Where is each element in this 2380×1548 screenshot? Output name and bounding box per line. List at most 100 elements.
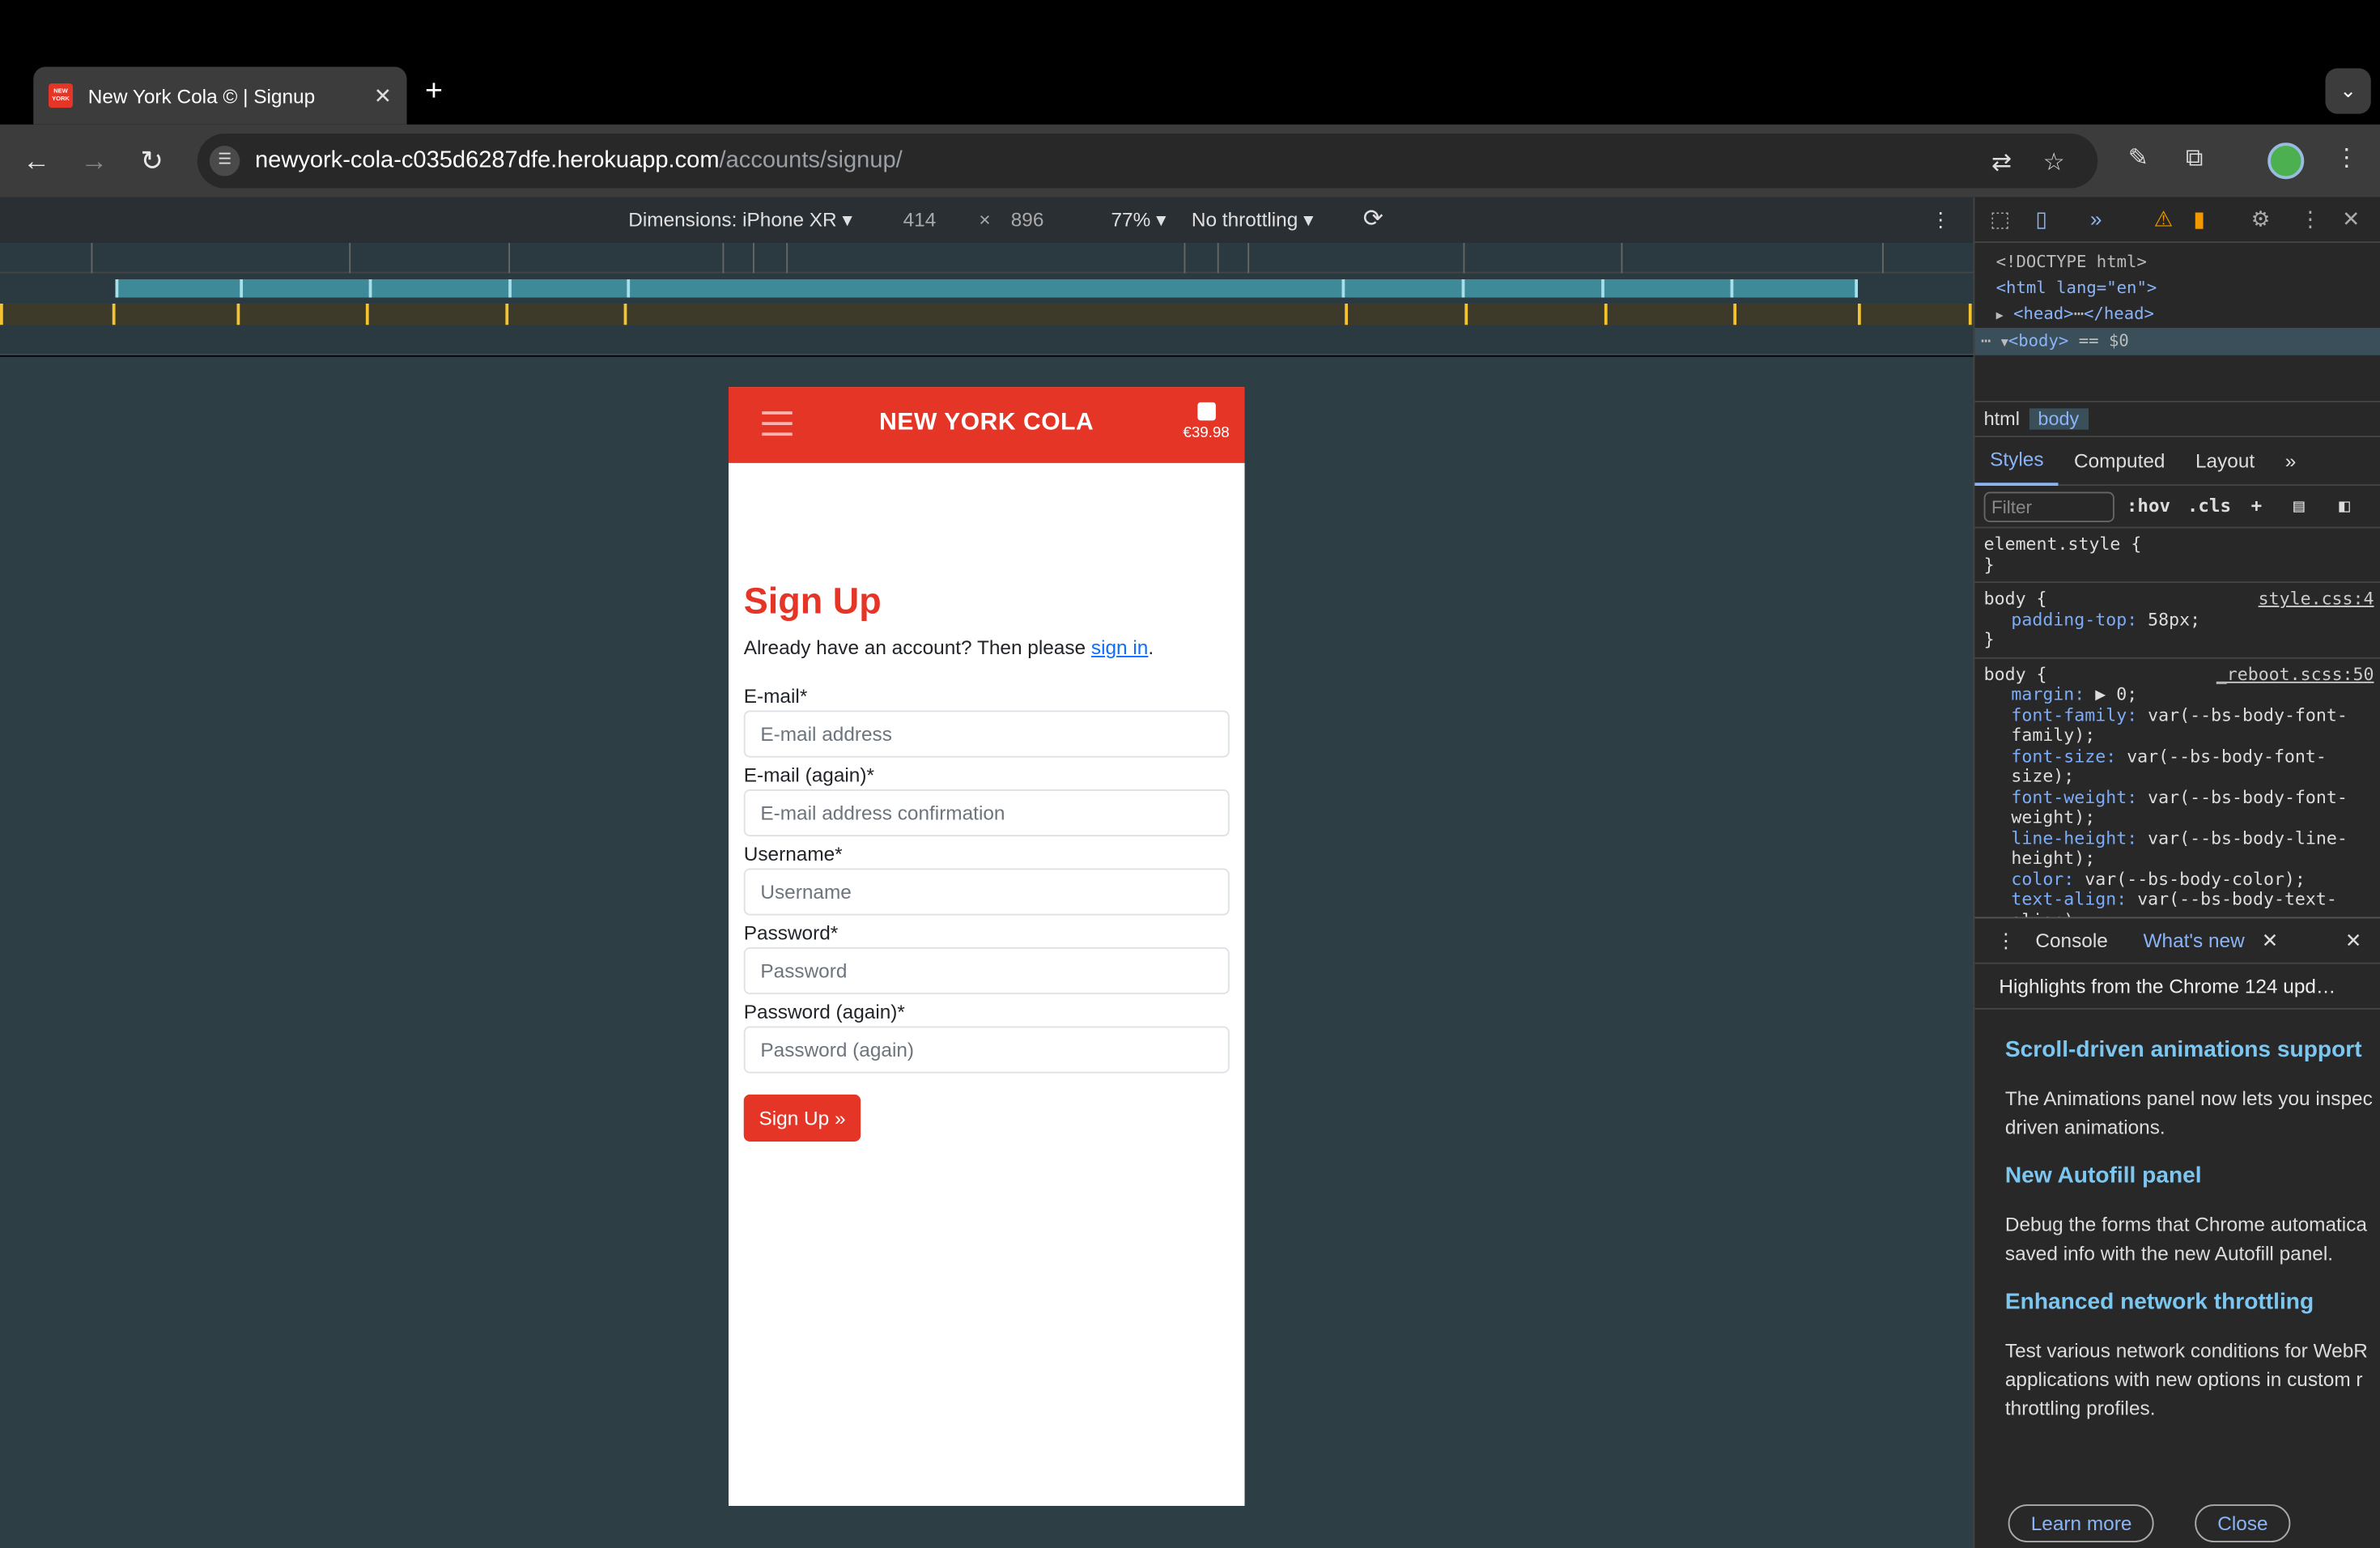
drawer-menu-icon[interactable]: ⋮ — [1996, 929, 2016, 954]
signin-prompt: Already have an account? Then please sig… — [743, 636, 1154, 659]
username-field[interactable] — [743, 868, 1230, 916]
email-again-field[interactable] — [743, 789, 1230, 837]
site-favicon-icon: NEW YORK — [49, 83, 73, 108]
more-panels-icon[interactable]: » — [2090, 206, 2102, 231]
media-query-ruler — [0, 243, 1974, 355]
whats-new-actions: Learn more Close — [2008, 1504, 2324, 1542]
signup-content: Sign Up Already have an account? Then pl… — [729, 463, 1245, 1142]
more-tabs-icon[interactable]: » — [2270, 438, 2311, 483]
whats-new-subtitle: Highlights from the Chrome 124 upd… — [1974, 964, 2380, 1010]
cart-button[interactable]: €39.98 — [1183, 402, 1230, 442]
learn-more-button[interactable]: Learn more — [2008, 1504, 2155, 1542]
devtools-drawer: ⋮ Console What's new ✕ ✕ Highlights from… — [1974, 916, 2380, 1548]
tab-whats-new[interactable]: What's new — [2144, 929, 2245, 952]
devtools-menu-icon[interactable]: ⋮ — [2300, 206, 2321, 232]
new-rule-icon[interactable]: + — [2251, 495, 2263, 516]
styles-filter-row: Filter :hov .cls + ▤ ◧ — [1974, 486, 2380, 529]
translate-icon[interactable]: ⇄ — [1991, 147, 2012, 178]
source-link[interactable]: _reboot.scss:50 — [2216, 663, 2374, 684]
body-rule-style-css[interactable]: style.css:4 body { padding-top: 58px; } — [1974, 583, 2380, 658]
dom-body[interactable]: ⋯ ▼<body> == $0 — [1974, 328, 2380, 355]
tab-styles[interactable]: Styles — [1974, 436, 2059, 486]
site-brand[interactable]: NEW YORK COLA — [729, 410, 1245, 437]
feature-text: Test various network conditions for WebR… — [2004, 1338, 2368, 1420]
media-query-bar-max[interactable] — [115, 279, 1858, 298]
email-field[interactable] — [743, 710, 1230, 758]
close-tab-icon[interactable]: ✕ — [374, 83, 392, 108]
source-link[interactable]: style.css:4 — [2259, 589, 2374, 610]
password-again-field[interactable] — [743, 1026, 1230, 1074]
password-again-label: Password (again)* — [743, 1000, 905, 1023]
browser-toolbar: ← → ↻ ☰ newyork-cola-c035d6287dfe.heroku… — [0, 124, 2380, 198]
devtools-panel: ⬚ ▯ » ⚠ ▮ ⚙ ⋮ ✕ <!DOCTYPE html> <html la… — [1973, 197, 2380, 1548]
media-query-bar-min[interactable] — [0, 304, 1974, 325]
styles-filter-input[interactable]: Filter — [1983, 491, 2114, 522]
device-toolbar: Dimensions: iPhone XR ▾ 414 × 896 77% ▾ … — [0, 197, 1974, 243]
email-label: E-mail* — [743, 684, 808, 708]
crumb-body[interactable]: body — [2029, 408, 2089, 430]
signup-submit-button[interactable]: Sign Up » — [743, 1094, 861, 1142]
email-again-label: E-mail (again)* — [743, 763, 874, 787]
warning-icon[interactable]: ⚠ — [2154, 206, 2174, 232]
back-icon[interactable]: ← — [19, 142, 55, 179]
zoom-select[interactable]: 77% ▾ — [1111, 208, 1167, 232]
device-select[interactable]: Dimensions: iPhone XR ▾ — [628, 208, 852, 232]
feature-text: The Animations panel now lets you inspec… — [2004, 1087, 2373, 1139]
device-height[interactable]: 896 — [1011, 208, 1044, 231]
tab-search-icon[interactable]: ⌄ — [2325, 68, 2371, 114]
close-devtools-icon[interactable]: ✕ — [2342, 206, 2360, 232]
url-path: /accounts/signup/ — [719, 147, 903, 173]
tab-strip: NEW YORK New York Cola © | Signup ✕ + ⌄ — [0, 0, 2380, 125]
site-info-icon[interactable]: ☰ — [209, 146, 240, 176]
extension-pen-icon[interactable]: ✎ — [2128, 142, 2148, 176]
hov-toggle[interactable]: :hov — [2127, 495, 2170, 516]
reload-icon[interactable]: ↻ — [134, 142, 170, 179]
dom-doctype[interactable]: <!DOCTYPE html> — [1996, 249, 2380, 275]
username-label: Username* — [743, 842, 843, 865]
inspect-element-icon[interactable]: ⬚ — [1990, 206, 2010, 232]
tab-title: New York Cola © | Signup — [87, 84, 316, 108]
dimension-times: × — [979, 207, 991, 231]
settings-gear-icon[interactable]: ⚙ — [2251, 206, 2271, 232]
device-toggle-icon[interactable]: ▯ — [2035, 206, 2046, 232]
signin-link[interactable]: sign in — [1091, 636, 1148, 659]
styles-pane: element.style { } style.css:4 body { pad… — [1974, 529, 2380, 958]
browser-menu-icon[interactable]: ⋮ — [2335, 142, 2359, 176]
breadcrumb: html body — [1974, 401, 2380, 437]
tab-computed[interactable]: Computed — [2059, 438, 2180, 483]
sidebar-toggle-icon[interactable]: ◧ — [2339, 495, 2350, 516]
tab-console[interactable]: Console — [2035, 929, 2107, 952]
device-more-icon[interactable]: ⋮ — [1931, 208, 1950, 232]
paint-icon[interactable]: ▤ — [2293, 495, 2305, 516]
bookmark-star-icon[interactable]: ☆ — [2043, 147, 2065, 178]
feature-heading[interactable]: Scroll-driven animations support — [2005, 1037, 2380, 1063]
rotate-icon[interactable]: ⟳ — [1363, 203, 1383, 234]
extensions-puzzle-icon[interactable]: ⧉ — [2186, 142, 2203, 176]
address-bar[interactable]: ☰ newyork-cola-c035d6287dfe.herokuapp.co… — [197, 134, 2098, 189]
shopping-bag-icon — [1196, 402, 1216, 421]
feature-heading[interactable]: Enhanced network throttling — [2005, 1289, 2380, 1315]
close-drawer-icon[interactable]: ✕ — [2345, 929, 2361, 954]
new-tab-icon[interactable]: + — [425, 73, 443, 109]
forward-icon[interactable]: → — [76, 142, 113, 179]
profile-avatar[interactable] — [2267, 142, 2305, 180]
dom-html[interactable]: <html lang="en"> — [1996, 274, 2380, 300]
device-width[interactable]: 414 — [903, 208, 937, 231]
close-button[interactable]: Close — [2195, 1504, 2291, 1542]
dom-head[interactable]: ▶ <head>⋯</head> — [1996, 300, 2380, 328]
cls-toggle[interactable]: .cls — [2187, 495, 2231, 516]
styles-panel-tabs: Styles Computed Layout » — [1974, 437, 2380, 486]
body-rule-reboot[interactable]: _reboot.scss:50 body { margin: ▶ 0; font… — [1974, 658, 2380, 957]
crumb-html[interactable]: html — [1974, 408, 2029, 429]
emulated-page: NEW YORK COLA €39.98 Sign Up Already hav… — [729, 387, 1245, 1506]
tab-layout[interactable]: Layout — [2180, 438, 2270, 483]
feature-heading[interactable]: New Autofill panel — [2005, 1163, 2380, 1189]
feature-text: Debug the forms that Chrome automatica sa… — [2004, 1213, 2367, 1265]
drawer-tabs: ⋮ Console What's new ✕ ✕ — [1974, 918, 2380, 964]
password-field[interactable] — [743, 947, 1230, 995]
close-whats-new-icon[interactable]: ✕ — [2262, 929, 2278, 954]
throttling-select[interactable]: No throttling ▾ — [1192, 208, 1313, 232]
issues-icon[interactable]: ▮ — [2193, 206, 2204, 232]
browser-tab[interactable]: NEW YORK New York Cola © | Signup ✕ — [33, 66, 407, 125]
element-style-rule[interactable]: element.style { } — [1974, 529, 2380, 583]
